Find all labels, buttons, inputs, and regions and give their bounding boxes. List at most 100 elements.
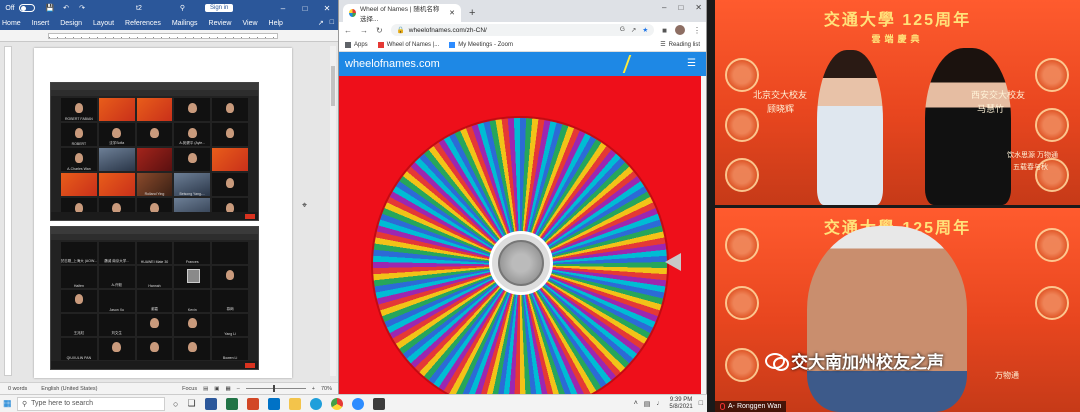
participant-tile: 魏诚 南京大学... [98,242,135,264]
document-page[interactable]: ROBERT FABIAN ROBERT 沈宇Sofia A-宛健平 (Ayle...… [34,48,292,378]
share-icon[interactable]: ↗ [631,26,636,34]
undo-icon[interactable]: ↶ [59,2,73,14]
tab-mailings[interactable]: Mailings [172,20,198,27]
bookmark-zoom-meetings[interactable]: My Meetings - Zoom [449,41,513,48]
bookmark-wheel-of-names[interactable]: Wheel of Names |... [377,41,439,48]
participant-tile [136,338,173,360]
chrome-icon[interactable] [330,397,343,410]
tab-review[interactable]: Review [209,20,232,27]
participant-tile [212,242,248,264]
participant-label: 慕绚 [226,307,234,311]
tab-design[interactable]: Design [60,20,82,27]
focus-button[interactable]: Focus [182,386,197,392]
new-tab-icon[interactable]: + [469,7,475,19]
tab-home[interactable]: Home [2,20,21,27]
wheel-canvas[interactable] [339,76,706,394]
close-icon[interactable]: ✕ [316,4,338,13]
participant-label: ROBERT FABIAN [64,117,93,121]
wheel-center-logo[interactable] [489,231,553,295]
comments-icon[interactable]: □ [330,19,334,27]
video-tile-performers[interactable]: 交通大學 125周年 雲端慶典 北京交大校友 顾晓辉 西安交大校友 马慧竹 饮水思… [715,0,1080,205]
word-app-icon[interactable] [204,397,217,410]
minimize-icon[interactable]: – [662,3,666,12]
participant-label: Kevin [187,308,197,312]
site-logo[interactable]: wheelofnames.com [345,58,440,70]
taskbar-search[interactable]: ⚲ Type here to search [17,396,165,411]
maximize-icon[interactable]: □ [294,4,316,13]
tab-references[interactable]: References [125,20,161,27]
zoom-slider[interactable] [245,385,306,392]
redo-icon[interactable]: ↷ [75,2,89,14]
search-icon[interactable]: ⚲ [180,4,185,12]
participant-tile [98,148,135,171]
participant-tile [212,98,248,121]
word-count[interactable]: 0 words [8,386,27,392]
participant-tile: QIUXULIN PAN [61,338,97,360]
print-layout-icon[interactable]: ▣ [214,386,219,392]
bookmark-apps[interactable]: Apps [345,41,368,48]
video-app-icon[interactable] [372,397,385,410]
excel-app-icon[interactable] [225,397,238,410]
close-icon[interactable]: ✕ [695,3,702,12]
close-tab-icon[interactable]: ✕ [449,9,455,17]
tab-wheel-of-names[interactable]: Wheel of Names | 随机名称选择... ✕ [343,4,461,23]
autosave-toggle[interactable] [19,4,35,12]
performer-right [925,48,1011,205]
zoom-out-icon[interactable]: – [237,386,240,392]
save-icon[interactable]: 💾 [43,2,57,14]
university-seal-icon [1035,108,1069,142]
reading-list-button[interactable]: ☰ Reading list [660,41,700,49]
edge-icon[interactable] [309,397,322,410]
menu-kebab-icon[interactable]: ⋮ [693,26,701,35]
zoom-in-icon[interactable]: + [312,386,315,392]
horizontal-ruler [0,30,338,42]
hamburger-menu-icon[interactable]: ☰ [687,58,696,69]
zoom-level[interactable]: 70% [321,386,332,392]
network-icon[interactable]: ▤ [644,400,651,408]
minimize-icon[interactable]: – [272,4,294,13]
participant-label: QIUXULIN PAN [66,356,92,360]
bookmark-star-icon[interactable]: ★ [642,26,648,34]
task-view-icon[interactable]: ❏ [187,398,195,409]
participant-tile: Rolland Ying [136,173,173,196]
tab-help[interactable]: Help [269,20,283,27]
participant-label: Beisong Yang-... [179,192,206,196]
university-seal-icon [1035,228,1069,262]
profile-avatar[interactable] [675,25,685,35]
maximize-icon[interactable]: □ [678,3,683,12]
outlook-app-icon[interactable] [267,397,280,410]
participant-tile: 沈宇Sofia [98,123,135,146]
participant-tile [174,314,211,336]
share-icon[interactable]: ↗ [318,19,324,27]
tray-chevron-icon[interactable]: ˄ [634,400,638,407]
document-area[interactable]: ROBERT FABIAN ROBERT 沈宇Sofia A-宛健平 (Ayle...… [0,42,338,382]
apps-grid-icon [345,41,351,48]
address-bar[interactable]: 🔒 wheelofnames.com/zh-CN/ G ↗ ★ [390,24,655,36]
vertical-scrollbar[interactable] [330,46,336,376]
participant-tile: 王兆虹 [61,314,97,336]
participant-label: Jason Xu [109,308,124,312]
zoom-app-icon[interactable] [351,397,364,410]
volume-icon[interactable]: ♩ [656,400,663,407]
forward-icon[interactable]: → [360,26,368,35]
reload-icon[interactable]: ↻ [376,26,383,35]
sign-in-button[interactable]: Sign in [204,4,234,12]
tab-insert[interactable]: Insert [32,20,50,27]
translate-icon[interactable]: G [620,26,625,34]
extensions-icon[interactable]: ■ [662,26,667,35]
tab-layout[interactable]: Layout [93,20,114,27]
web-layout-icon[interactable]: ▦ [226,386,231,392]
tab-view[interactable]: View [242,20,257,27]
notifications-icon[interactable]: □ [699,400,703,407]
page-scrollbar[interactable] [701,76,706,394]
video-tile-speaker[interactable]: 交通大學 125周年雲端慶典 万物通 交大南加州校友之声 A- Ronggen … [715,208,1080,412]
clock[interactable]: 9:39 PM 5/8/2021 [669,397,692,411]
cortana-icon[interactable]: ○ [173,399,178,409]
language-indicator[interactable]: English (United States) [41,386,97,392]
read-mode-icon[interactable]: ▤ [203,386,208,392]
back-icon[interactable]: ← [344,26,352,35]
powerpoint-app-icon[interactable] [246,397,259,410]
file-explorer-icon[interactable] [288,397,301,410]
participant-label: A-许毅 [111,283,122,287]
start-icon[interactable]: ▦ [3,398,17,409]
